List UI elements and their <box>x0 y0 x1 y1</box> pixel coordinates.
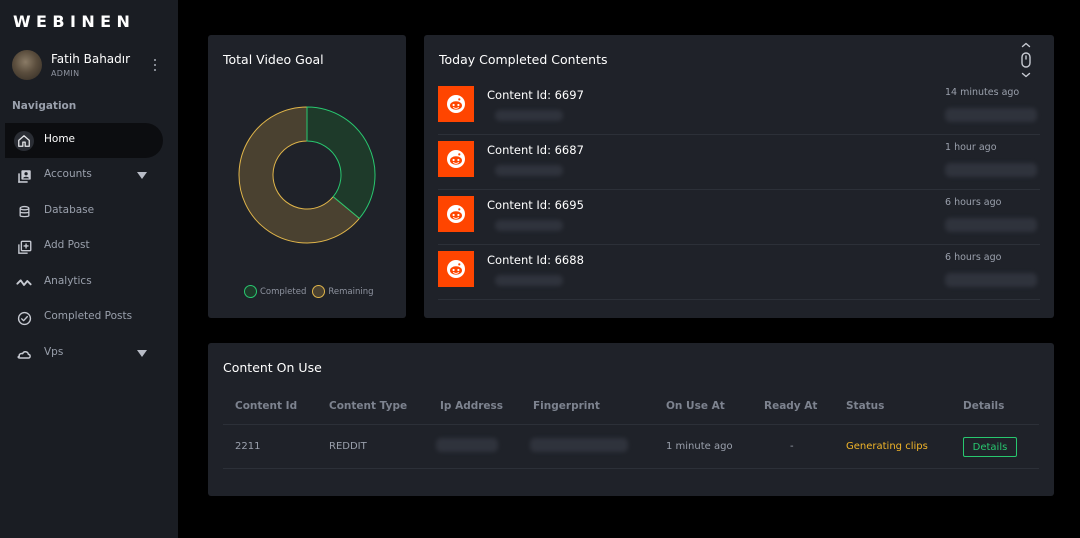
avatar[interactable] <box>12 50 42 80</box>
column-header[interactable]: Ip Address <box>440 400 503 412</box>
cell-ready-at: - <box>790 441 794 452</box>
accounts-icon <box>14 166 34 186</box>
content-time: 6 hours ago <box>945 197 1002 208</box>
database-icon <box>14 202 34 222</box>
chevron-down-icon[interactable] <box>137 350 147 357</box>
profile-menu-icon[interactable] <box>151 56 159 74</box>
user-name: Fatih Bahadır <box>51 52 131 66</box>
legend-remaining-label: Remaining <box>328 286 374 297</box>
legend-remaining[interactable]: Remaining <box>312 285 374 298</box>
cell-ip-address <box>436 438 498 452</box>
cell-on-use-at: 1 minute ago <box>666 441 733 452</box>
donut-completed-segment[interactable] <box>306 106 376 220</box>
sidebar-item-label: Home <box>44 133 76 145</box>
cell-content-id: 2211 <box>235 441 261 452</box>
list-item[interactable]: Content Id: 6687 1 hour ago <box>438 135 1040 190</box>
sidebar-item-database[interactable]: Database <box>0 194 178 229</box>
list-item[interactable]: Content Id: 6688 6 hours ago <box>438 245 1040 300</box>
legend-completed[interactable]: Completed <box>244 285 306 298</box>
legend-completed-swatch <box>244 285 257 298</box>
sidebar-item-analytics[interactable]: Analytics <box>0 265 178 300</box>
content-time: 6 hours ago <box>945 252 1002 263</box>
reddit-icon <box>438 86 474 122</box>
sidebar-item-completed-posts[interactable]: Completed Posts <box>0 300 178 335</box>
cell-fingerprint <box>530 438 628 452</box>
content-on-use-title: Content On Use <box>223 360 322 375</box>
analytics-icon <box>14 273 34 293</box>
video-goal-card: Total Video Goal Completed Remaining <box>208 35 406 318</box>
sidebar-item-label: Database <box>44 204 95 216</box>
sidebar-item-vps[interactable]: Vps <box>0 336 178 371</box>
column-header[interactable]: Details <box>963 400 1004 412</box>
sidebar-item-label: Vps <box>44 346 64 358</box>
content-title: Content Id: 6687 <box>487 143 584 157</box>
cell-content-type: REDDIT <box>329 441 367 452</box>
column-header[interactable]: On Use At <box>666 400 725 412</box>
sidebar-item-label: Add Post <box>44 239 90 251</box>
cloud-icon <box>14 344 34 364</box>
list-item[interactable]: Content Id: 6695 6 hours ago <box>438 190 1040 245</box>
list-item[interactable]: Content Id: 6697 14 minutes ago <box>438 80 1040 135</box>
reddit-icon <box>438 251 474 287</box>
scroll-mouse-icon[interactable] <box>1020 41 1032 79</box>
column-header[interactable]: Fingerprint <box>533 400 600 412</box>
reddit-icon <box>438 141 474 177</box>
column-header[interactable]: Ready At <box>764 400 817 412</box>
today-completed-card: Today Completed Contents Content Id: 669… <box>424 35 1054 318</box>
user-profile: Fatih Bahadır ADMIN <box>12 50 166 82</box>
nav-heading: Navigation <box>12 100 77 112</box>
video-goal-legend: Completed Remaining <box>244 285 380 298</box>
legend-completed-label: Completed <box>260 286 307 297</box>
details-button[interactable]: Details <box>963 437 1017 457</box>
sidebar: WEBINEN Fatih Bahadır ADMIN Navigation H… <box>0 0 178 538</box>
check-circle-icon <box>14 308 34 328</box>
today-completed-title: Today Completed Contents <box>439 52 608 67</box>
sidebar-item-label: Accounts <box>44 168 92 180</box>
video-goal-donut-chart <box>238 106 376 244</box>
chevron-down-icon[interactable] <box>137 172 147 179</box>
sidebar-item-label: Analytics <box>44 275 92 287</box>
content-time: 14 minutes ago <box>945 87 1020 98</box>
content-title: Content Id: 6688 <box>487 253 584 267</box>
content-time: 1 hour ago <box>945 142 997 153</box>
legend-remaining-swatch <box>312 285 326 298</box>
sidebar-item-label: Completed Posts <box>44 310 133 322</box>
app-logo[interactable]: WEBINEN <box>13 12 135 31</box>
column-header[interactable]: Content Type <box>329 400 407 412</box>
reddit-icon <box>438 196 474 232</box>
sidebar-item-home[interactable]: Home <box>0 123 178 158</box>
column-header[interactable]: Status <box>846 400 884 412</box>
home-icon <box>14 131 34 151</box>
sidebar-item-accounts[interactable]: Accounts <box>0 158 178 193</box>
sidebar-item-add-post[interactable]: Add Post <box>0 229 178 264</box>
user-role: ADMIN <box>51 69 80 78</box>
content-title: Content Id: 6697 <box>487 88 584 102</box>
column-header[interactable]: Content Id <box>235 400 297 412</box>
content-title: Content Id: 6695 <box>487 198 584 212</box>
status-badge: Generating clips <box>846 441 928 452</box>
content-on-use-card: Content On Use Content Id Content Type I… <box>208 343 1054 496</box>
add-post-icon <box>14 237 34 257</box>
